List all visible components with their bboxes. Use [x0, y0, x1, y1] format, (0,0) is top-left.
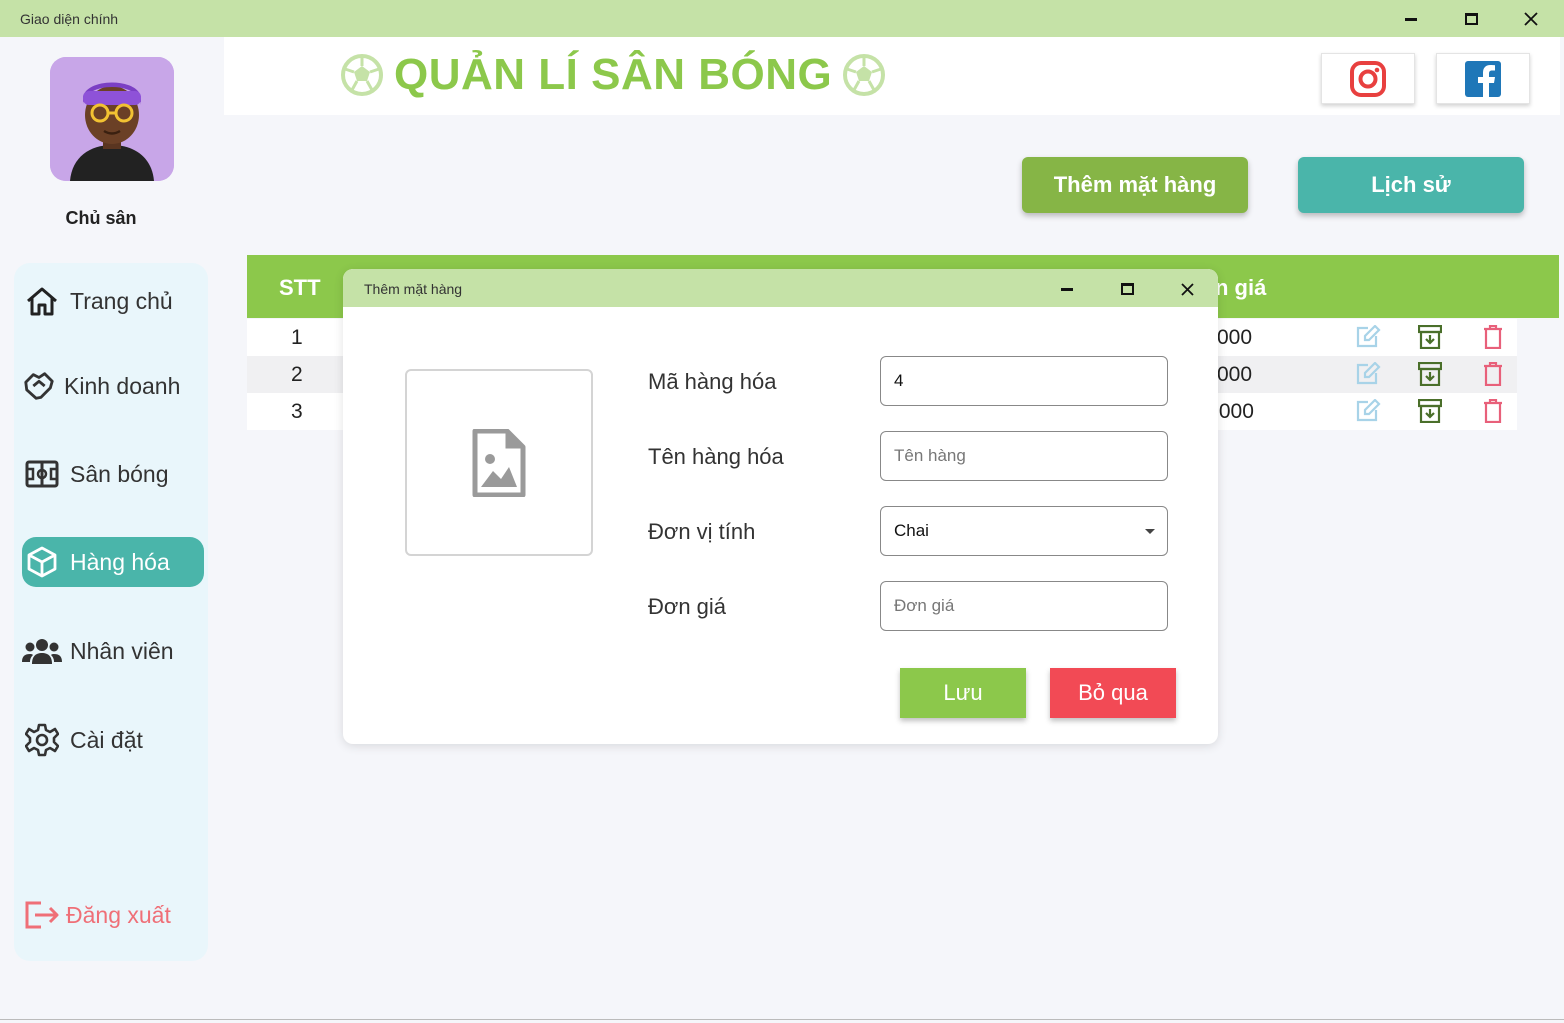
- image-upload-box[interactable]: [405, 369, 593, 556]
- dialog-titlebar: Thêm mặt hàng: [343, 269, 1218, 307]
- facebook-button[interactable]: [1436, 53, 1530, 104]
- edit-icon[interactable]: [1355, 398, 1381, 428]
- code-input[interactable]: 4: [880, 356, 1168, 406]
- cell-price: 000: [1217, 326, 1253, 349]
- instagram-button[interactable]: [1321, 53, 1415, 104]
- edit-icon[interactable]: [1355, 361, 1381, 391]
- app-title-text: QUẢN LÍ SÂN BÓNG: [394, 50, 833, 99]
- soccer-ball-icon: [843, 54, 886, 96]
- delete-icon[interactable]: [1483, 398, 1503, 428]
- gear-icon: [22, 723, 62, 757]
- column-header-price: n giá: [1215, 275, 1267, 300]
- logout-icon: [22, 900, 62, 930]
- sidebar-item-label: Nhân viên: [70, 637, 174, 664]
- cancel-button[interactable]: Bỏ qua: [1050, 668, 1176, 718]
- facebook-icon: [1465, 60, 1501, 97]
- close-icon: [1180, 282, 1194, 296]
- image-placeholder-icon: [472, 428, 526, 497]
- maximize-button[interactable]: [1451, 6, 1491, 32]
- delete-icon[interactable]: [1483, 361, 1503, 391]
- add-item-button[interactable]: Thêm mặt hàng: [1022, 157, 1248, 213]
- close-icon: [1524, 12, 1538, 26]
- unit-select-value: Chai: [894, 521, 929, 540]
- sidebar-item-settings[interactable]: Cài đặt: [22, 715, 204, 765]
- unit-select[interactable]: Chai: [880, 506, 1168, 556]
- dialog-minimize-button[interactable]: [1052, 277, 1082, 301]
- chevron-down-icon: [1145, 529, 1155, 534]
- sidebar-item-label: Trang chủ: [70, 287, 173, 314]
- sidebar-item-label: Hàng hóa: [70, 548, 170, 575]
- sidebar-item-fields[interactable]: Sân bóng: [22, 449, 204, 499]
- name-input[interactable]: Tên hàng: [880, 431, 1168, 481]
- cell-price: 000: [1217, 363, 1253, 386]
- sidebar-item-label: Kinh doanh: [64, 372, 181, 399]
- archive-icon[interactable]: [1417, 361, 1443, 391]
- cell-price: ,000: [1213, 400, 1254, 423]
- logout-button[interactable]: Đăng xuất: [22, 890, 204, 940]
- home-icon: [22, 286, 62, 316]
- field-icon: [22, 460, 62, 488]
- users-icon: [22, 637, 62, 665]
- window-bottom-border: [0, 1019, 1564, 1020]
- edit-icon[interactable]: [1355, 324, 1381, 354]
- archive-icon[interactable]: [1417, 324, 1443, 354]
- add-item-dialog: Thêm mặt hàng Mã hàng hóa 4 Tên hàng hóa…: [343, 269, 1218, 744]
- archive-icon[interactable]: [1417, 398, 1443, 428]
- handshake-icon: [22, 368, 56, 404]
- dialog-close-button[interactable]: [1172, 277, 1202, 301]
- dialog-title: Thêm mặt hàng: [364, 281, 463, 297]
- sidebar-item-staff[interactable]: Nhân viên: [22, 626, 204, 676]
- column-header-stt: STT: [279, 275, 321, 300]
- name-label: Tên hàng hóa: [648, 444, 784, 469]
- avatar: [50, 57, 174, 181]
- maximize-icon: [1464, 13, 1478, 25]
- sidebar-item-home[interactable]: Trang chủ: [22, 276, 204, 326]
- window-title: Giao diện chính: [20, 11, 119, 27]
- code-label: Mã hàng hóa: [648, 369, 777, 394]
- app-title: QUẢN LÍ SÂN BÓNG: [340, 50, 886, 100]
- sidebar-item-label: Sân bóng: [70, 460, 169, 487]
- user-name: Chủ sân: [65, 208, 137, 228]
- cell-stt: 2: [291, 363, 303, 386]
- delete-icon[interactable]: [1483, 324, 1503, 354]
- sidebar-item-business[interactable]: Kinh doanh: [22, 361, 204, 411]
- price-input[interactable]: Đơn giá: [880, 581, 1168, 631]
- box-icon: [22, 546, 62, 578]
- instagram-icon: [1350, 60, 1386, 97]
- sidebar: Trang chủ Kinh doanh Sân bóng Hàng hóa N…: [14, 263, 208, 961]
- cell-stt: 3: [291, 400, 303, 423]
- price-label: Đơn giá: [648, 594, 727, 619]
- minimize-icon: [1061, 287, 1073, 291]
- sidebar-item-goods[interactable]: Hàng hóa: [22, 537, 204, 587]
- minimize-icon: [1405, 17, 1417, 21]
- save-button[interactable]: Lưu: [900, 668, 1026, 718]
- history-button[interactable]: Lịch sử: [1298, 157, 1524, 213]
- close-button[interactable]: [1511, 6, 1551, 32]
- avatar-image: [50, 57, 174, 181]
- minimize-button[interactable]: [1391, 6, 1431, 32]
- maximize-icon: [1120, 283, 1134, 295]
- cell-stt: 1: [291, 326, 303, 349]
- sidebar-item-label: Cài đặt: [70, 726, 143, 753]
- dialog-maximize-button[interactable]: [1112, 277, 1142, 301]
- logout-label: Đăng xuất: [66, 901, 171, 928]
- soccer-ball-icon: [341, 54, 383, 96]
- window-titlebar: Giao diện chính: [0, 0, 1564, 37]
- unit-label: Đơn vị tính: [648, 519, 756, 544]
